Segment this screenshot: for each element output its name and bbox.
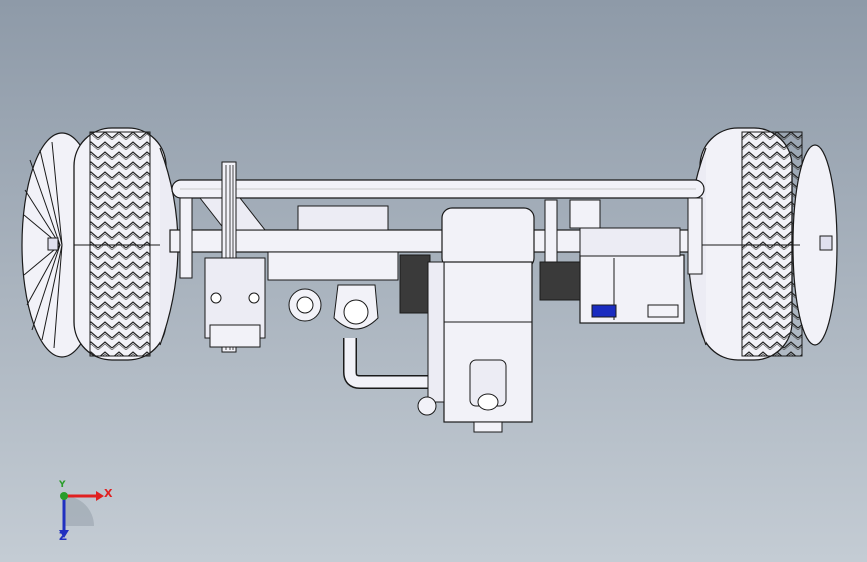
caliper-clamp xyxy=(209,324,261,348)
right-wheel[interactable] xyxy=(687,127,838,361)
controller-mount xyxy=(569,199,601,229)
left-tread xyxy=(89,131,151,357)
motor-mount-bolt xyxy=(417,396,437,416)
controller-shadow xyxy=(539,261,581,301)
oil-pipe-outline xyxy=(343,338,430,389)
left-axle-mount xyxy=(179,197,193,279)
coordinate-triad: X Y Z xyxy=(40,480,120,550)
motor-shaft xyxy=(477,393,499,411)
controller-connector xyxy=(647,304,679,318)
gear-housing-body xyxy=(267,251,399,281)
left-wheel[interactable] xyxy=(21,127,179,361)
chassis-assembly-model[interactable] xyxy=(0,0,867,562)
z-axis-label: Z xyxy=(59,530,67,543)
housing-shadow-block xyxy=(399,254,431,314)
caliper-bolt xyxy=(248,292,260,304)
controller-box[interactable] xyxy=(539,199,685,324)
motor-base xyxy=(473,421,503,433)
center-bearing-bore xyxy=(343,299,369,325)
y-axis-marker xyxy=(60,492,68,500)
caliper-bolt xyxy=(210,292,222,304)
motor-cap xyxy=(441,207,535,269)
left-bearing-bore xyxy=(296,296,314,314)
motor-side-rail xyxy=(427,261,445,403)
cad-graphics-viewport[interactable]: X Y Z xyxy=(0,0,867,562)
right-hub xyxy=(819,235,833,251)
center-bracket xyxy=(544,199,558,271)
controller-top-plate xyxy=(579,227,681,257)
x-axis-label: X xyxy=(104,487,113,500)
upper-tube-frame[interactable] xyxy=(171,179,705,199)
y-axis-label: Y xyxy=(59,480,66,490)
left-hub xyxy=(47,237,59,251)
right-axle-mount xyxy=(687,197,703,275)
controller-connector-blue xyxy=(591,304,617,318)
gear-housing-top xyxy=(297,205,389,231)
